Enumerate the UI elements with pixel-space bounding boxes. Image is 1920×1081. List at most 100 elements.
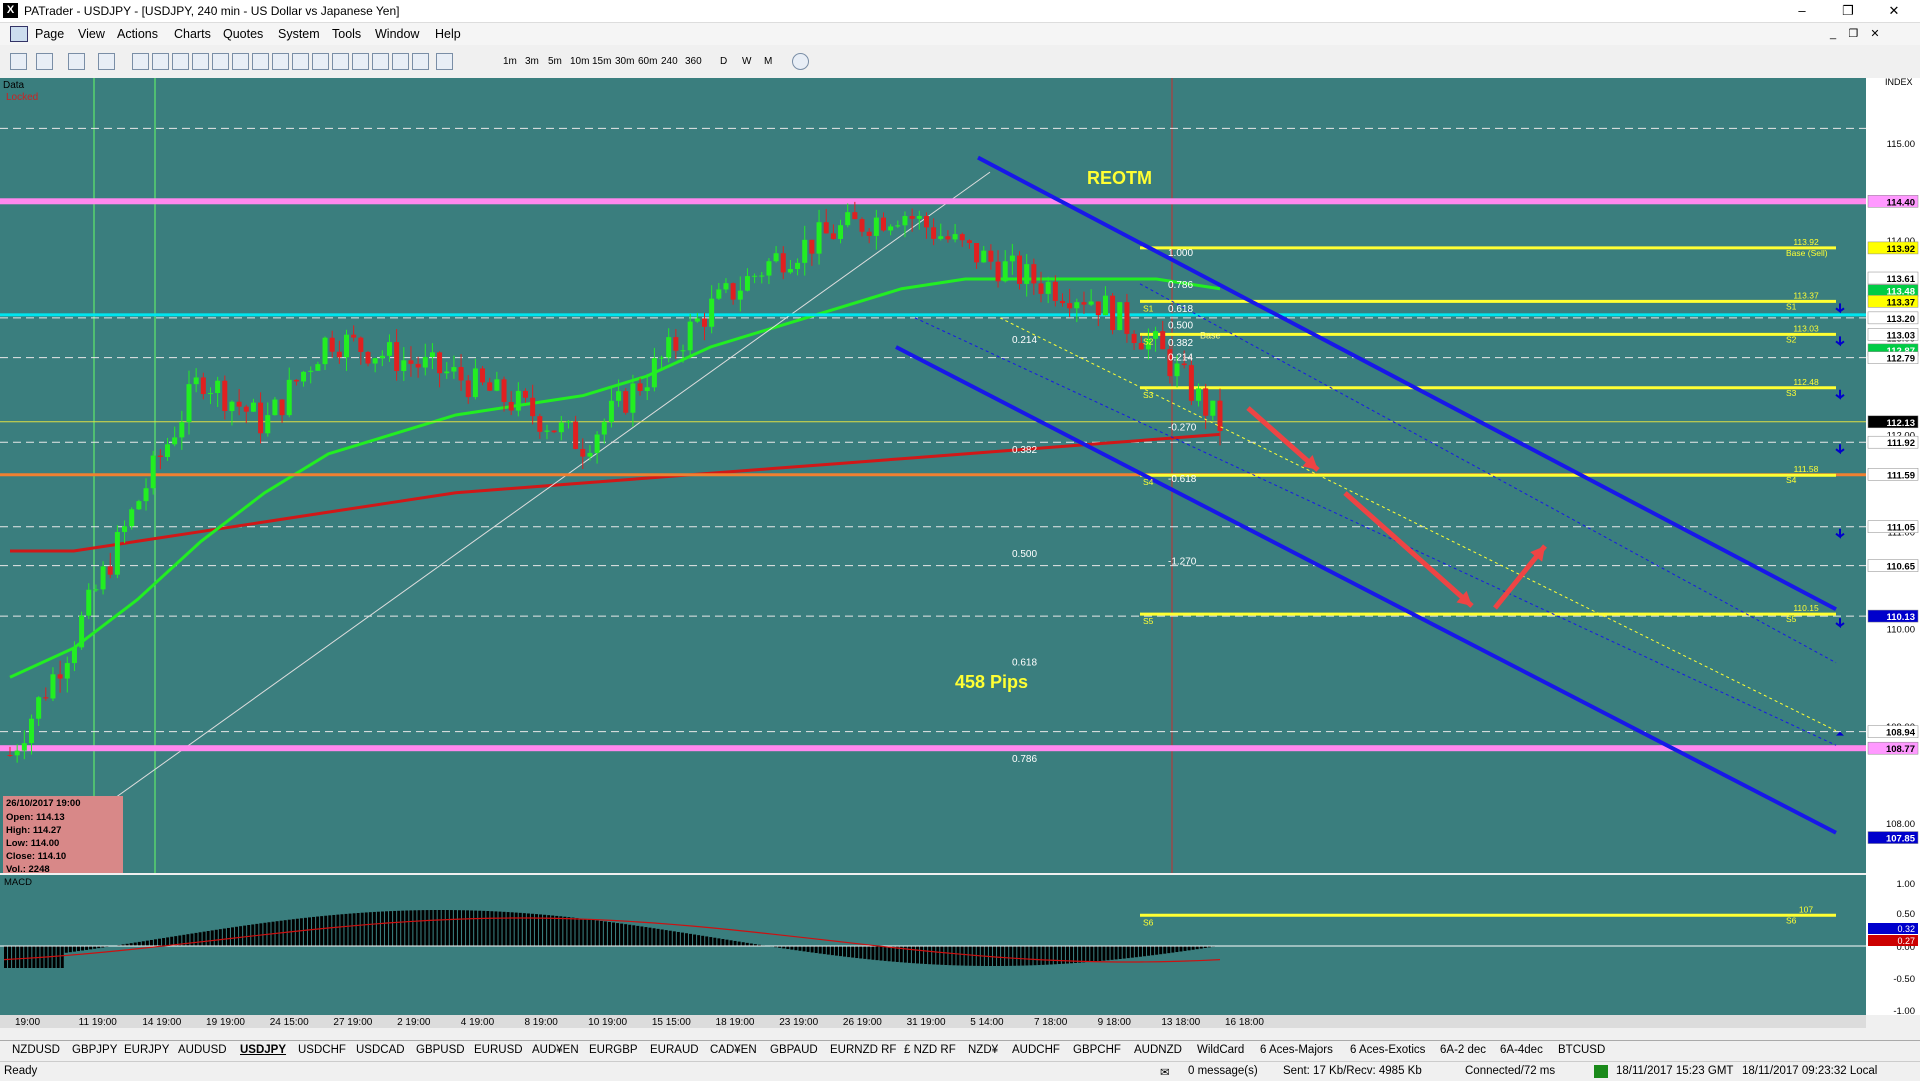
- tab-6a-4dec[interactable]: 6A-4dec: [1500, 1044, 1543, 1056]
- tf-daily[interactable]: D: [720, 54, 727, 70]
- tf-30m[interactable]: 30m: [615, 54, 634, 70]
- status-ready: Ready: [4, 1065, 37, 1077]
- candle-body: [8, 755, 13, 756]
- tab-usdjpy[interactable]: USDJPY: [240, 1044, 286, 1056]
- menu-system[interactable]: System: [278, 27, 320, 41]
- tab-nzdusd[interactable]: NZDUSD: [12, 1044, 60, 1056]
- macd-histogram-bar: [600, 921, 603, 946]
- zoom-out-icon[interactable]: [36, 53, 53, 70]
- tf-60m[interactable]: 60m: [638, 54, 657, 70]
- trend-tool-icon[interactable]: [192, 53, 209, 70]
- menu-tools[interactable]: Tools: [332, 27, 361, 41]
- candle-body: [981, 251, 986, 263]
- clock-icon[interactable]: [792, 53, 809, 70]
- fib-ext-tool-icon[interactable]: [252, 53, 269, 70]
- cursor-icon[interactable]: [132, 53, 149, 70]
- fib-tool-icon[interactable]: [232, 53, 249, 70]
- tf-240[interactable]: 240: [661, 54, 678, 70]
- grid-tool-icon[interactable]: [312, 53, 329, 70]
- macd-histogram-bar: [697, 935, 700, 946]
- draw-tool-icon[interactable]: [392, 53, 409, 70]
- menu-quotes[interactable]: Quotes: [223, 27, 263, 41]
- candle-body: [716, 289, 721, 298]
- fib-right-label: -0.618: [1168, 474, 1197, 485]
- tf-360[interactable]: 360: [685, 54, 702, 70]
- tab-eurjpy[interactable]: EURJPY: [124, 1044, 169, 1056]
- page-chart-icon[interactable]: [10, 26, 28, 42]
- hline-tool-icon[interactable]: [172, 53, 189, 70]
- zoom-in-icon[interactable]: [10, 53, 27, 70]
- candle-body: [272, 400, 277, 416]
- tf-10m[interactable]: 10m: [570, 54, 589, 70]
- candle-body: [494, 379, 499, 390]
- tf-1m[interactable]: 1m: [503, 54, 517, 70]
- tab-6a-2dec[interactable]: 6A-2 dec: [1440, 1044, 1486, 1056]
- tab-gbpusd[interactable]: GBPUSD: [416, 1044, 465, 1056]
- time-axis-label: 18 19:00: [716, 1017, 755, 1028]
- candle-body: [960, 234, 965, 240]
- tf-3m[interactable]: 3m: [525, 54, 539, 70]
- tab-eurusd[interactable]: EURUSD: [474, 1044, 523, 1056]
- tf-5m[interactable]: 5m: [548, 54, 562, 70]
- tab-usdcad[interactable]: USDCAD: [356, 1044, 405, 1056]
- tab-usdchf[interactable]: USDCHF: [298, 1044, 346, 1056]
- tab-6-aces-majors[interactable]: 6 Aces-Majors: [1260, 1044, 1333, 1056]
- macd-histogram-bar: [344, 914, 347, 946]
- candle-body: [502, 379, 507, 402]
- fib-right-label: 0.500: [1168, 321, 1193, 332]
- tab-6-aces-exotics[interactable]: 6 Aces-Exotics: [1350, 1044, 1425, 1056]
- tab-enzd-rf[interactable]: £ NZD RF: [904, 1044, 956, 1056]
- macd-histogram-bar: [381, 911, 384, 946]
- chart-type-icon[interactable]: [68, 53, 85, 70]
- message-icon[interactable]: ✉: [1160, 1065, 1170, 1079]
- tf-monthly[interactable]: M: [764, 54, 772, 70]
- tab-btcusd[interactable]: BTCUSD: [1558, 1044, 1605, 1056]
- tab-eurgbp[interactable]: EURGBP: [589, 1044, 638, 1056]
- tab-audusd[interactable]: AUDUSD: [178, 1044, 227, 1056]
- symbol-tabs: NZDUSD GBPJPY EURJPY AUDUSD USDJPY USDCH…: [0, 1040, 1920, 1061]
- tab-euraud[interactable]: EURAUD: [650, 1044, 699, 1056]
- mdi-controls-icon[interactable]: _ ❐ ✕: [1830, 27, 1880, 40]
- indicator-icon[interactable]: [436, 53, 453, 70]
- level-magenta-upper: [0, 198, 1866, 204]
- menu-help[interactable]: Help: [435, 27, 461, 41]
- tab-audnzd[interactable]: AUDNZD: [1134, 1044, 1182, 1056]
- menu-page[interactable]: Page: [35, 27, 64, 41]
- crosshair-icon[interactable]: [98, 53, 115, 70]
- tab-eurnzd-rf[interactable]: EURNZD RF: [830, 1044, 896, 1056]
- menu-view[interactable]: View: [78, 27, 105, 41]
- tab-wildcard[interactable]: WildCard: [1197, 1044, 1244, 1056]
- menu-actions[interactable]: Actions: [117, 27, 158, 41]
- minimize-button[interactable]: –: [1782, 2, 1822, 20]
- andrews-tool-icon[interactable]: [352, 53, 369, 70]
- price-chart[interactable]: 0.2140.3820.5000.6180.7861.0000.7860.618…: [0, 78, 1920, 1028]
- rect-tool-icon[interactable]: [272, 53, 289, 70]
- macd-histogram-bar: [1184, 946, 1187, 951]
- restore-button[interactable]: ❐: [1828, 2, 1868, 20]
- time-axis-label: 31 19:00: [907, 1017, 946, 1028]
- tab-audyen[interactable]: AUD¥EN: [532, 1044, 579, 1056]
- menu-window[interactable]: Window: [375, 27, 419, 41]
- channel-tool-icon[interactable]: [212, 53, 229, 70]
- tab-gbpaud[interactable]: GBPAUD: [770, 1044, 818, 1056]
- candle-body: [480, 368, 485, 382]
- menu-charts[interactable]: Charts: [174, 27, 211, 41]
- close-button[interactable]: ✕: [1874, 2, 1914, 20]
- macd-histogram-bar: [1017, 946, 1020, 966]
- tab-nzdyen[interactable]: NZD¥: [968, 1044, 998, 1056]
- tf-15m[interactable]: 15m: [592, 54, 611, 70]
- pencil-icon[interactable]: [412, 53, 429, 70]
- tab-audchf[interactable]: AUDCHF: [1012, 1044, 1060, 1056]
- tab-gbpjpy[interactable]: GBPJPY: [72, 1044, 117, 1056]
- tab-gbpchf[interactable]: GBPCHF: [1073, 1044, 1121, 1056]
- macd-histogram-bar: [632, 925, 635, 946]
- line-tool-icon[interactable]: [152, 53, 169, 70]
- macd-histogram-bar: [336, 915, 339, 946]
- time-axis-label: 16 18:00: [1225, 1017, 1264, 1028]
- gann-tool-icon[interactable]: [332, 53, 349, 70]
- chart-area[interactable]: 0.2140.3820.5000.6180.7861.0000.7860.618…: [0, 78, 1920, 1028]
- tab-cadyen[interactable]: CAD¥EN: [710, 1044, 757, 1056]
- erase-tool-icon[interactable]: [372, 53, 389, 70]
- tf-weekly[interactable]: W: [742, 54, 751, 70]
- pivot-tool-icon[interactable]: [292, 53, 309, 70]
